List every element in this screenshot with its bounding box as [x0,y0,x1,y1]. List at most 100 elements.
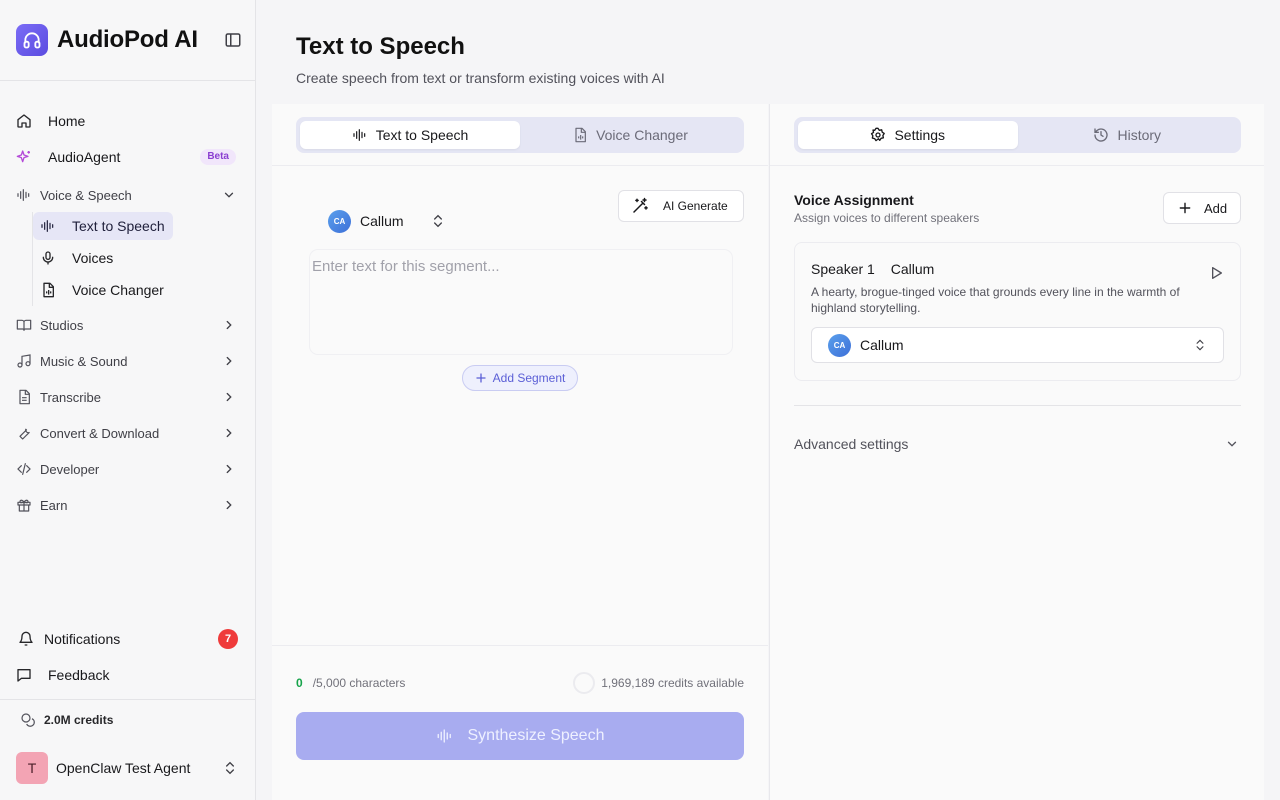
credits-balance[interactable]: 2.0M credits [20,712,113,728]
tab-label: Text to Speech [375,127,469,143]
sidebar-item-label: Home [48,113,86,129]
add-speaker-button[interactable]: Add [1163,192,1241,224]
panel-tabs: Settings History [794,117,1241,153]
character-limit: /5,000 characters [312,676,406,690]
sidebar-group-music-sound[interactable]: Music & Sound [8,344,248,378]
sidebar-group-studios[interactable]: Studios [8,308,248,342]
chevron-down-icon [222,188,236,202]
play-preview-icon[interactable] [1208,265,1224,281]
feedback-label: Feedback [48,667,110,683]
sidebar-group-developer[interactable]: Developer [8,452,248,486]
book-icon [16,317,32,333]
add-segment-label: Add Segment [492,371,566,385]
chevron-down-icon[interactable] [1225,437,1239,451]
sidebar-item-audioagent[interactable]: AudioAgent Beta [8,140,248,174]
gift-icon [16,497,32,513]
sidebar-item-label: Voices [72,250,114,266]
tab-text-to-speech[interactable]: Text to Speech [300,121,520,149]
notifications-button[interactable]: Notifications 7 [8,622,248,656]
bell-icon [18,631,34,647]
tab-settings[interactable]: Settings [798,121,1018,149]
tab-label: Voice Changer [596,127,688,143]
tab-voice-changer[interactable]: Voice Changer [520,121,740,149]
voice-assignment-subtitle: Assign voices to different speakers [794,211,980,225]
segment-text-input[interactable]: Enter text for this segment... [310,250,732,354]
advanced-divider [794,405,1241,406]
sidebar-group-voice-speech[interactable]: Voice & Speech [8,178,248,212]
plus-icon [1178,201,1192,215]
pane-divider [272,165,768,166]
add-segment-button[interactable]: Add Segment [462,365,578,391]
sidebar: AudioPod AI Home AudioAgent Beta Voice &… [0,0,256,800]
voice-avatar: CA [328,209,351,233]
code-icon [16,461,32,477]
speaker-header: Speaker 1 Callum [811,261,934,277]
voice-select[interactable]: CA Callum [312,202,462,240]
tab-history[interactable]: History [1018,121,1238,149]
speaker-card: Speaker 1 Callum A hearty, brogue-tinged… [794,242,1241,381]
notifications-label: Notifications [44,631,121,647]
voice-name: Callum [360,213,404,229]
sidebar-group-label: Earn [40,497,68,513]
sidebar-item-label: Voice Changer [72,282,164,298]
speaker-description: A hearty, brogue-tinged voice that groun… [811,285,1180,315]
speaker-voice-name: Callum [890,261,935,277]
sidebar-group-label: Developer [40,461,100,477]
page-subtitle: Create speech from text or transform exi… [296,70,665,86]
sidebar-bottom: Notifications 7 Feedback [8,622,248,694]
brand[interactable]: AudioPod AI [8,12,248,68]
document-icon [16,389,32,405]
page-title: Text to Speech [296,33,465,60]
history-icon [1093,127,1109,143]
sidebar-group-convert-download[interactable]: Convert & Download [8,416,248,450]
sidebar-divider [0,699,255,700]
waveform-icon [40,218,56,234]
sidebar-toggle-icon[interactable] [224,31,242,49]
audio-file-icon [40,282,56,298]
chevron-right-icon [222,426,236,440]
avatar: T [16,752,48,784]
credits-ring-indicator [573,672,596,694]
beta-badge: Beta [200,149,236,165]
chevron-right-icon [222,354,236,368]
sidebar-nav: Home AudioAgent Beta Voice & Speech Text… [8,104,248,522]
voice-name: Callum [860,337,904,353]
sidebar-item-voices[interactable]: Voices [33,244,121,272]
speaker-voice-select[interactable]: CA Callum [811,327,1224,363]
sparkles-icon [16,149,32,165]
chevron-right-icon [222,462,236,476]
waveform-icon [352,127,368,143]
character-counter: 0 /5,000 characters [296,676,405,690]
sidebar-group-label: Studios [40,317,84,333]
voice-speech-submenu: Text to Speech Voices Voice Changer [8,212,248,308]
app-name: AudioPod AI [57,26,198,53]
ai-generate-label: AI Generate [663,199,728,213]
voice-avatar: CA [828,333,851,357]
synthesize-speech-button[interactable]: Synthesize Speech [296,712,744,760]
user-name: OpenClaw Test Agent [56,760,191,776]
sidebar-item-label: AudioAgent [48,149,121,165]
wrench-icon [16,425,32,441]
sidebar-item-voice-changer[interactable]: Voice Changer [33,276,172,304]
feedback-button[interactable]: Feedback [8,658,248,692]
pane-divider [770,165,1264,166]
chevrons-up-down-icon [222,760,238,776]
sidebar-group-earn[interactable]: Earn [8,488,248,522]
plus-icon [475,372,487,384]
sidebar-item-text-to-speech[interactable]: Text to Speech [33,212,173,240]
chevron-right-icon [222,390,236,404]
user-switcher[interactable]: T OpenClaw Test Agent [16,752,240,784]
home-icon [16,113,32,129]
footer-divider [272,645,768,646]
chevrons-up-down-icon [430,213,446,229]
advanced-settings-toggle[interactable]: Advanced settings [794,436,908,452]
sidebar-group-label: Voice & Speech [40,187,132,203]
editor-pane: Text to Speech Voice Changer CA Callum A… [272,104,768,800]
ai-generate-button[interactable]: AI Generate [618,190,744,222]
sidebar-group-transcribe[interactable]: Transcribe [8,380,248,414]
chevrons-up-down-icon [1193,338,1207,352]
sidebar-group-label: Transcribe [40,389,101,405]
music-icon [16,353,32,369]
sidebar-item-home[interactable]: Home [8,104,248,138]
message-square-icon [16,667,32,683]
